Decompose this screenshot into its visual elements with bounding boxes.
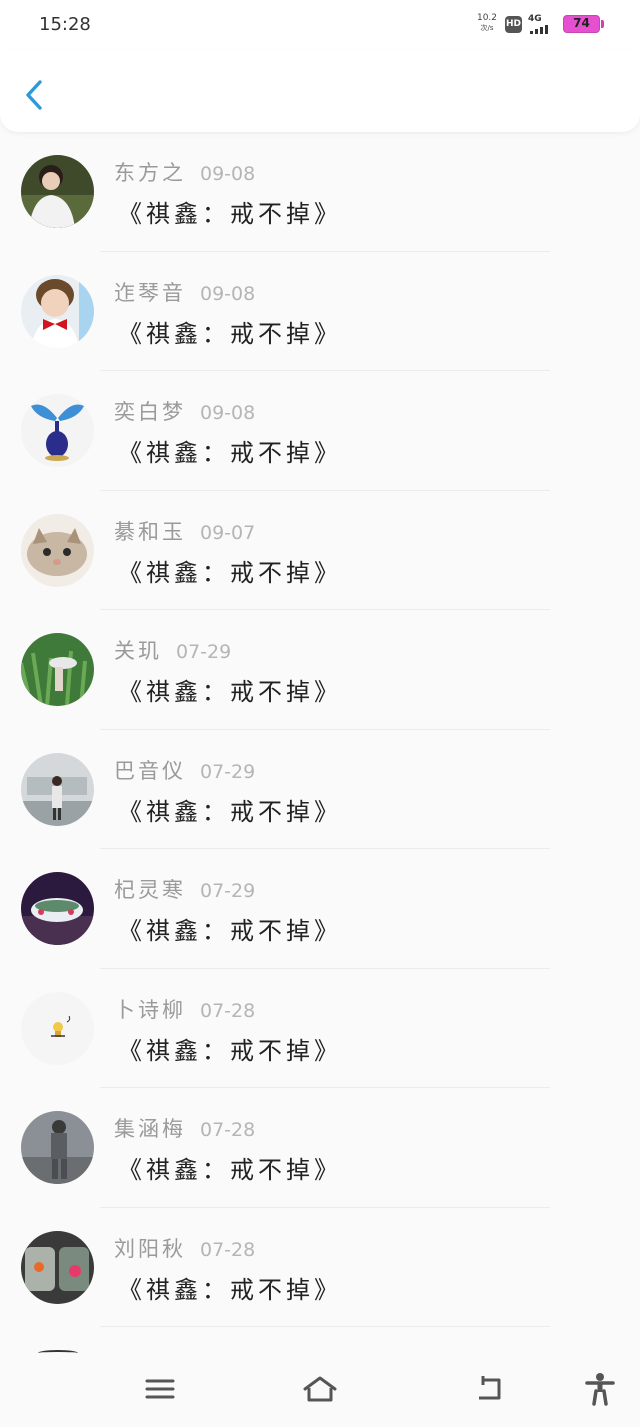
comment-date: 07-29 bbox=[200, 880, 256, 902]
story-title[interactable]: 《祺鑫：戒不掉》 bbox=[118, 433, 342, 468]
home-button[interactable] bbox=[295, 1356, 345, 1422]
comment-meta: 东方之 09-08 bbox=[114, 157, 255, 185]
system-nav-bar bbox=[0, 1356, 640, 1427]
user-name: 迮琴音 bbox=[114, 280, 186, 305]
comment-date: 07-28 bbox=[200, 999, 256, 1022]
story-title[interactable]: 《祺鑫：戒不掉》 bbox=[118, 553, 342, 588]
list-item[interactable]: 迮琴音 09-08 《祺鑫：戒不掉》 bbox=[0, 252, 640, 371]
comment-meta: 关玑 07-29 bbox=[114, 635, 231, 663]
avatar[interactable] bbox=[21, 1111, 94, 1184]
menu-button[interactable] bbox=[135, 1356, 185, 1422]
accessibility-button[interactable] bbox=[575, 1356, 625, 1422]
avatar[interactable] bbox=[21, 513, 94, 587]
avatar[interactable] bbox=[21, 155, 94, 228]
user-name: 巴音仪 bbox=[114, 758, 186, 783]
user-name: 卜诗柳 bbox=[114, 997, 186, 1022]
comment-meta: 巴音仪 07-29 bbox=[114, 755, 255, 783]
avatar[interactable] bbox=[21, 872, 94, 945]
accessibility-icon bbox=[585, 1373, 615, 1406]
avatar[interactable] bbox=[21, 633, 94, 706]
list-item[interactable]: 刘阳秋 07-28 《祺鑫：戒不掉》 bbox=[0, 1208, 640, 1327]
story-title[interactable]: 《祺鑫：戒不掉》 bbox=[118, 1150, 342, 1185]
status-bar: 15:28 10.2 次/s HD 4G 74 bbox=[0, 0, 640, 50]
comment-meta: 杞灵寒 07-29 bbox=[114, 874, 255, 902]
avatar[interactable] bbox=[21, 274, 94, 348]
network-type-label: 4G bbox=[528, 14, 542, 24]
comment-date: 07-28 bbox=[200, 1238, 256, 1261]
comment-meta: 刘阳秋 07-28 bbox=[114, 1233, 255, 1261]
comment-date: 09-08 bbox=[200, 402, 256, 424]
list-item[interactable]: 巴音仪 07-29 《祺鑫：戒不掉》 bbox=[0, 730, 640, 849]
user-name: 杞灵寒 bbox=[114, 878, 186, 902]
story-title[interactable]: 《祺鑫：戒不掉》 bbox=[118, 194, 342, 229]
comment-list: 东方之 09-08 《祺鑫：戒不掉》 迮琴音 09-08 《祺鑫：戒不掉》 奕白… bbox=[0, 132, 640, 1327]
status-time: 15:28 bbox=[39, 14, 91, 35]
user-name: 东方之 bbox=[114, 161, 186, 185]
chevron-left-icon bbox=[26, 80, 42, 110]
story-title[interactable]: 《祺鑫：戒不掉》 bbox=[118, 792, 342, 827]
comment-date: 09-08 bbox=[200, 163, 256, 185]
user-name: 奕白梦 bbox=[114, 400, 186, 424]
avatar[interactable] bbox=[21, 752, 94, 826]
signal-icon: 4G bbox=[528, 14, 558, 34]
list-item[interactable]: 奕白梦 09-08 《祺鑫：戒不掉》 bbox=[0, 371, 640, 491]
avatar[interactable] bbox=[21, 1230, 94, 1304]
story-title[interactable]: 《祺鑫：戒不掉》 bbox=[118, 1270, 342, 1305]
back-button[interactable] bbox=[14, 75, 54, 115]
comment-date: 07-29 bbox=[176, 641, 232, 663]
network-speed-unit: 次/s bbox=[480, 24, 494, 32]
comment-date: 07-28 bbox=[200, 1119, 256, 1141]
comment-date: 09-07 bbox=[200, 521, 256, 544]
list-item[interactable]: 集涵梅 07-28 《祺鑫：戒不掉》 bbox=[0, 1088, 640, 1208]
comment-date: 09-08 bbox=[200, 282, 256, 305]
comment-date: 07-29 bbox=[200, 760, 256, 783]
comment-meta: 迮琴音 09-08 bbox=[114, 277, 255, 305]
user-name: 綦和玉 bbox=[114, 519, 186, 544]
back-nav-button[interactable] bbox=[464, 1356, 514, 1422]
list-item[interactable]: 东方之 09-08 《祺鑫：戒不掉》 bbox=[0, 132, 640, 252]
battery-icon: 74 bbox=[563, 15, 600, 33]
list-item[interactable]: 卜诗柳 07-28 《祺鑫：戒不掉》 bbox=[0, 969, 640, 1088]
back-arrow-icon bbox=[479, 1376, 501, 1400]
home-icon bbox=[303, 1376, 337, 1402]
user-name: 刘阳秋 bbox=[114, 1236, 186, 1261]
network-speed-value: 10.2 bbox=[476, 13, 498, 23]
story-title[interactable]: 《祺鑫：戒不掉》 bbox=[118, 911, 342, 946]
comment-meta: 綦和玉 09-07 bbox=[114, 516, 255, 544]
divider bbox=[100, 1326, 550, 1327]
comment-meta: 卜诗柳 07-28 bbox=[114, 994, 255, 1022]
top-nav-bar bbox=[0, 50, 640, 132]
story-title[interactable]: 《祺鑫：戒不掉》 bbox=[118, 672, 342, 707]
story-title[interactable]: 《祺鑫：戒不掉》 bbox=[118, 1031, 342, 1066]
menu-icon bbox=[145, 1379, 175, 1399]
comment-meta: 集涵梅 07-28 bbox=[114, 1113, 255, 1141]
list-item[interactable]: 关玑 07-29 《祺鑫：戒不掉》 bbox=[0, 610, 640, 730]
avatar[interactable] bbox=[21, 991, 94, 1065]
hd-icon: HD bbox=[505, 16, 522, 33]
avatar[interactable] bbox=[21, 394, 94, 467]
network-speed: 10.2 次/s bbox=[474, 13, 500, 33]
list-item[interactable]: 杞灵寒 07-29 《祺鑫：戒不掉》 bbox=[0, 849, 640, 969]
list-item[interactable]: 綦和玉 09-07 《祺鑫：戒不掉》 bbox=[0, 491, 640, 610]
user-name: 关玑 bbox=[114, 639, 162, 663]
story-title[interactable]: 《祺鑫：戒不掉》 bbox=[118, 314, 342, 349]
user-name: 集涵梅 bbox=[114, 1117, 186, 1141]
battery-tip bbox=[601, 20, 604, 28]
comment-meta: 奕白梦 09-08 bbox=[114, 396, 255, 424]
